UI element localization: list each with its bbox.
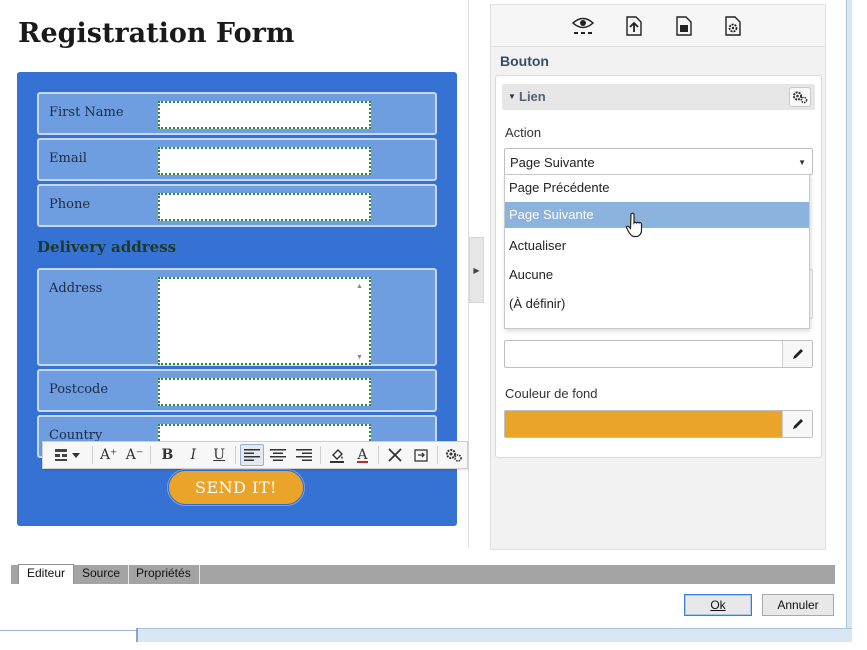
ok-button[interactable]: Ok — [684, 594, 752, 616]
settings-icon[interactable] — [442, 444, 466, 466]
action-label: Action — [505, 125, 542, 140]
toolbar-separator — [150, 446, 152, 464]
editor-tab-bar: Editeur Source Propriétés — [11, 564, 835, 584]
delivery-address-heading[interactable]: Delivery address — [37, 238, 176, 256]
underline-icon[interactable]: U — [207, 444, 231, 466]
action-dropdown-list: Page Précédente Page Suivante Actualiser… — [504, 174, 810, 329]
fill-color-icon[interactable] — [325, 444, 349, 466]
email-input[interactable] — [158, 147, 371, 175]
align-left-icon[interactable] — [240, 444, 264, 466]
postcode-label: Postcode — [49, 382, 109, 397]
email-label: Email — [49, 151, 87, 166]
page-info-icon[interactable] — [673, 15, 695, 37]
chevron-right-icon: ▶ — [473, 265, 480, 275]
first-name-input[interactable] — [158, 101, 371, 129]
textarea-scrollbar[interactable]: ▲ ▼ — [353, 281, 367, 361]
tab-editeur[interactable]: Editeur — [18, 564, 75, 584]
edit-pencil-icon[interactable] — [782, 411, 812, 437]
first-name-label: First Name — [49, 105, 124, 120]
table-icon[interactable] — [48, 444, 88, 466]
form-row-postcode[interactable]: Postcode — [37, 369, 437, 412]
preview-eye-icon[interactable] — [572, 15, 594, 37]
panel-collapse-handle[interactable]: ▶ — [469, 237, 484, 303]
cancel-button[interactable]: Annuler — [762, 594, 834, 616]
form-row-email[interactable]: Email — [37, 138, 437, 181]
bold-icon[interactable]: B — [155, 444, 179, 466]
insert-icon[interactable] — [409, 444, 433, 466]
tab-proprietes[interactable]: Propriétés — [128, 565, 200, 584]
phone-label: Phone — [49, 197, 91, 212]
window-rule — [0, 630, 138, 631]
send-it-button[interactable]: SEND IT! — [168, 470, 304, 505]
form-title[interactable]: Registration Form — [18, 18, 294, 49]
hand-cursor-icon — [625, 212, 644, 241]
toolbar-separator — [319, 446, 321, 464]
select-arrow-icon: ▼ — [798, 158, 806, 167]
italic-icon[interactable]: I — [181, 444, 205, 466]
dropdown-option[interactable]: Page Précédente — [505, 175, 809, 201]
scroll-up-icon[interactable]: ▲ — [356, 283, 363, 290]
edit-pencil-icon[interactable] — [782, 341, 812, 367]
toolbar-separator — [91, 446, 93, 464]
window-border-bottom — [136, 628, 852, 642]
toolbar-separator — [235, 446, 237, 464]
postcode-input[interactable] — [158, 378, 371, 406]
align-right-icon[interactable] — [292, 444, 316, 466]
panel-heading: Bouton — [500, 53, 549, 69]
floating-format-toolbar: A⁺ A⁻ B I U A — [42, 441, 468, 469]
page-up-icon[interactable] — [623, 15, 645, 37]
dropdown-option[interactable]: (À définir) — [505, 291, 809, 317]
section-settings-icon[interactable] — [789, 87, 811, 107]
font-size-decrease-icon[interactable]: A⁻ — [123, 444, 147, 466]
dropdown-option[interactable]: Actualiser — [505, 233, 809, 259]
window-stub — [136, 628, 138, 642]
action-select[interactable]: Page Suivante ▼ — [504, 148, 813, 175]
text-color-bar — [356, 461, 369, 463]
address-label: Address — [49, 281, 103, 296]
align-center-icon[interactable] — [266, 444, 290, 466]
toolbar-separator — [437, 446, 439, 464]
text-color-icon[interactable]: A — [351, 444, 375, 466]
background-color-label: Couleur de fond — [505, 386, 598, 401]
background-color-field[interactable] — [504, 410, 813, 438]
link-text-input[interactable] — [504, 340, 813, 368]
form-row-first-name[interactable]: First Name — [37, 92, 437, 135]
window-border-right — [846, 0, 852, 632]
action-select-value: Page Suivante — [510, 155, 595, 170]
caret-down-icon: ▼ — [508, 92, 516, 101]
toolbar-separator — [378, 446, 380, 464]
form-row-phone[interactable]: Phone — [37, 184, 437, 227]
ok-button-label: Ok — [710, 598, 726, 612]
cut-icon[interactable] — [383, 444, 407, 466]
font-size-increase-icon[interactable]: A⁺ — [97, 444, 121, 466]
address-textarea[interactable]: ▲ ▼ — [158, 277, 371, 365]
page-settings-icon[interactable] — [722, 15, 744, 37]
dropdown-option[interactable]: Aucune — [505, 262, 809, 288]
scroll-down-icon[interactable]: ▼ — [356, 354, 363, 361]
lien-section-label: Lien — [519, 89, 546, 104]
lien-section-header[interactable]: ▼ Lien — [502, 84, 815, 110]
panel-toolbar — [491, 5, 825, 47]
phone-input[interactable] — [158, 193, 371, 221]
tab-source[interactable]: Source — [74, 565, 130, 584]
form-row-address[interactable]: Address ▲ ▼ — [37, 268, 437, 366]
dropdown-option-selected[interactable]: Page Suivante — [505, 202, 809, 228]
background-color-swatch[interactable] — [505, 411, 782, 437]
